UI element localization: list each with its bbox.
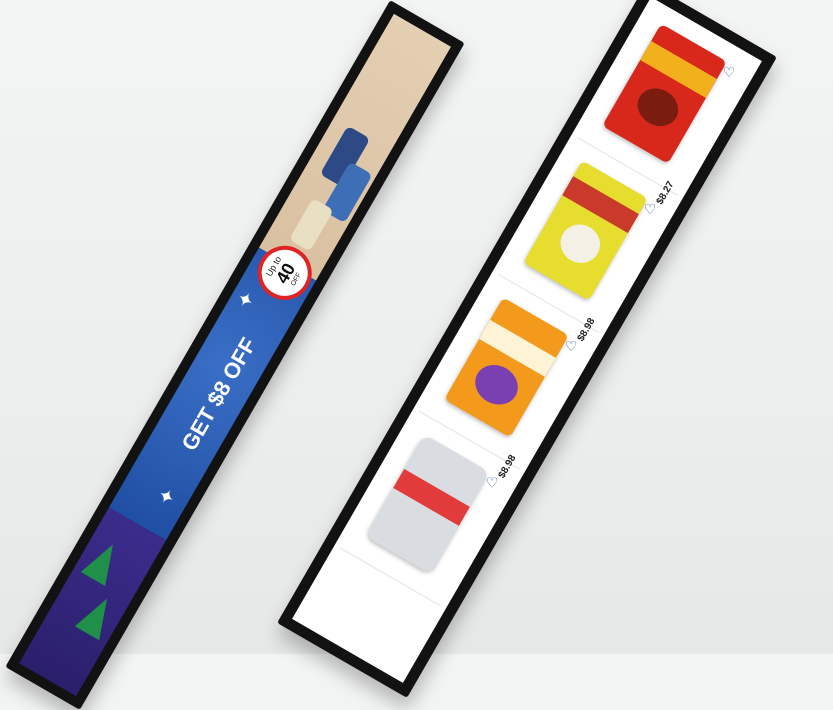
noodle-package bbox=[523, 160, 648, 301]
sparkle-icon: ✦ bbox=[153, 483, 179, 512]
noodle-cup bbox=[365, 434, 490, 575]
favorite-heart-icon[interactable]: ♡ bbox=[644, 201, 657, 218]
beige-product-panel bbox=[258, 13, 452, 281]
supplement-bottle bbox=[288, 197, 334, 252]
noodle-package bbox=[602, 23, 727, 164]
favorite-heart-icon[interactable]: ♡ bbox=[723, 64, 736, 81]
favorite-heart-icon[interactable]: ♡ bbox=[565, 338, 578, 355]
blue-offer-panel: Up to 40 OFF GET $8 OFF ✦ ✦ bbox=[108, 235, 322, 541]
christmas-tree-icon bbox=[80, 537, 126, 586]
christmas-tree-icon bbox=[74, 591, 120, 641]
purple-holiday-panel bbox=[18, 507, 167, 697]
sparkle-icon: ✦ bbox=[232, 286, 258, 315]
offer-text: GET $8 OFF bbox=[176, 333, 262, 455]
noodle-package bbox=[444, 297, 569, 438]
favorite-heart-icon[interactable]: ♡ bbox=[486, 475, 499, 492]
